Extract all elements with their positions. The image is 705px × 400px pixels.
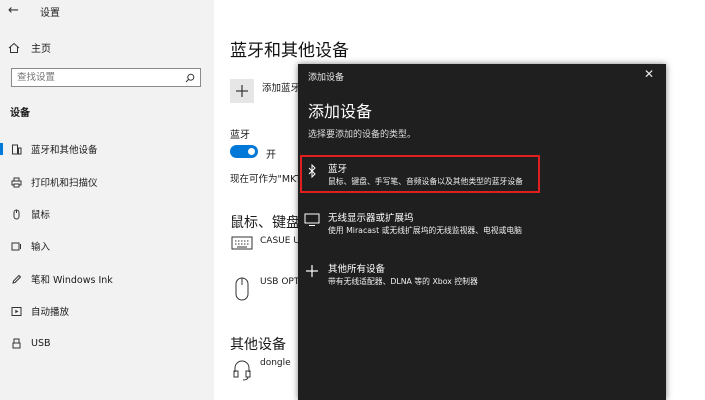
option-title: 蓝牙 (328, 164, 348, 175)
discoverable-text: 现在可作为"MKT (230, 174, 302, 185)
option-title: 其他所有设备 (328, 264, 386, 275)
back-arrow-icon[interactable]: ← (8, 3, 19, 18)
bluetooth-device-icon (11, 144, 21, 154)
sidebar-item-label: 鼠标 (31, 210, 51, 221)
close-icon[interactable]: ✕ (644, 67, 654, 81)
home-icon (8, 42, 20, 53)
active-indicator (0, 143, 3, 155)
sidebar-item-label: 笔和 Windows Ink (31, 275, 113, 286)
headset-icon (233, 360, 251, 381)
section-other-devices: 其他设备 (230, 337, 286, 353)
printer-icon (11, 177, 21, 187)
dialog-title: 添加设备 (308, 102, 373, 121)
dialog-subtitle: 选择要添加的设备的类型。 (308, 130, 417, 140)
search-icon[interactable] (185, 73, 195, 83)
search-box[interactable] (11, 68, 201, 87)
add-device-label[interactable]: 添加蓝牙 (262, 80, 300, 94)
sidebar-item-typing[interactable]: 输入 (0, 236, 214, 256)
device-item[interactable]: CASUE U (230, 236, 300, 260)
sidebar-item-label: 输入 (31, 242, 51, 253)
option-description: 带有无线适配器、DLNA 等的 Xbox 控制器 (328, 277, 478, 286)
mouse-icon (13, 209, 19, 219)
option-description: 鼠标、键盘、手写笔、音频设备以及其他类型的蓝牙设备 (328, 177, 523, 186)
sidebar-item-label: 蓝牙和其他设备 (31, 145, 98, 156)
sidebar-item-printers[interactable]: 打印机和扫描仪 (0, 172, 214, 192)
sidebar-item-label: 打印机和扫描仪 (31, 178, 98, 189)
page-title: 蓝牙和其他设备 (230, 41, 349, 61)
usb-icon (12, 338, 20, 348)
sidebar-item-autoplay[interactable]: 自动播放 (0, 301, 214, 321)
bluetooth-icon (308, 164, 316, 178)
plus-icon (306, 265, 318, 277)
device-name: CASUE U (260, 236, 300, 246)
sidebar-home-label: 主页 (31, 44, 51, 55)
dialog-header-title: 添加设备 (308, 73, 345, 83)
sidebar-item-home[interactable]: 主页 (8, 40, 51, 55)
device-name: dongle (260, 358, 291, 368)
sidebar-item-label: USB (31, 337, 51, 349)
settings-sidebar: ← 设置 主页 设备 蓝牙和其他设备 打印机和扫描仪 鼠标 输入 笔和 Wind… (0, 0, 214, 400)
keyboard-icon (11, 242, 21, 250)
device-item[interactable]: USB OPT (230, 277, 299, 301)
mouse-icon (235, 277, 249, 301)
device-item[interactable]: dongle (230, 358, 291, 382)
bluetooth-toggle[interactable] (230, 145, 258, 158)
pen-icon (11, 274, 21, 284)
search-input[interactable] (12, 72, 182, 83)
sidebar-section-title: 设备 (10, 108, 30, 119)
device-name: USB OPT (260, 277, 300, 287)
option-description: 使用 Miracast 或无线扩展坞的无线监视器、电视或电脑 (328, 226, 522, 235)
autoplay-icon (11, 306, 21, 316)
window-title: 设置 (40, 8, 60, 19)
sidebar-item-pen[interactable]: 笔和 Windows Ink (0, 269, 214, 289)
sidebar-item-mouse[interactable]: 鼠标 (0, 204, 214, 224)
bluetooth-toggle-state: 开 (266, 150, 276, 161)
bluetooth-label: 蓝牙 (230, 130, 250, 141)
monitor-icon (304, 213, 320, 226)
add-device-button[interactable] (230, 79, 254, 103)
keyboard-icon (231, 236, 253, 250)
add-device-dialog: 添加设备 ✕ 添加设备 选择要添加的设备的类型。 蓝牙 鼠标、键盘、手写笔、音频… (298, 64, 666, 400)
sidebar-item-bluetooth[interactable]: 蓝牙和其他设备 (0, 139, 214, 159)
plus-icon (236, 85, 248, 97)
sidebar-item-usb[interactable]: USB (0, 333, 214, 353)
sidebar-item-label: 自动播放 (31, 307, 70, 318)
option-title: 无线显示器或扩展坞 (328, 213, 414, 224)
